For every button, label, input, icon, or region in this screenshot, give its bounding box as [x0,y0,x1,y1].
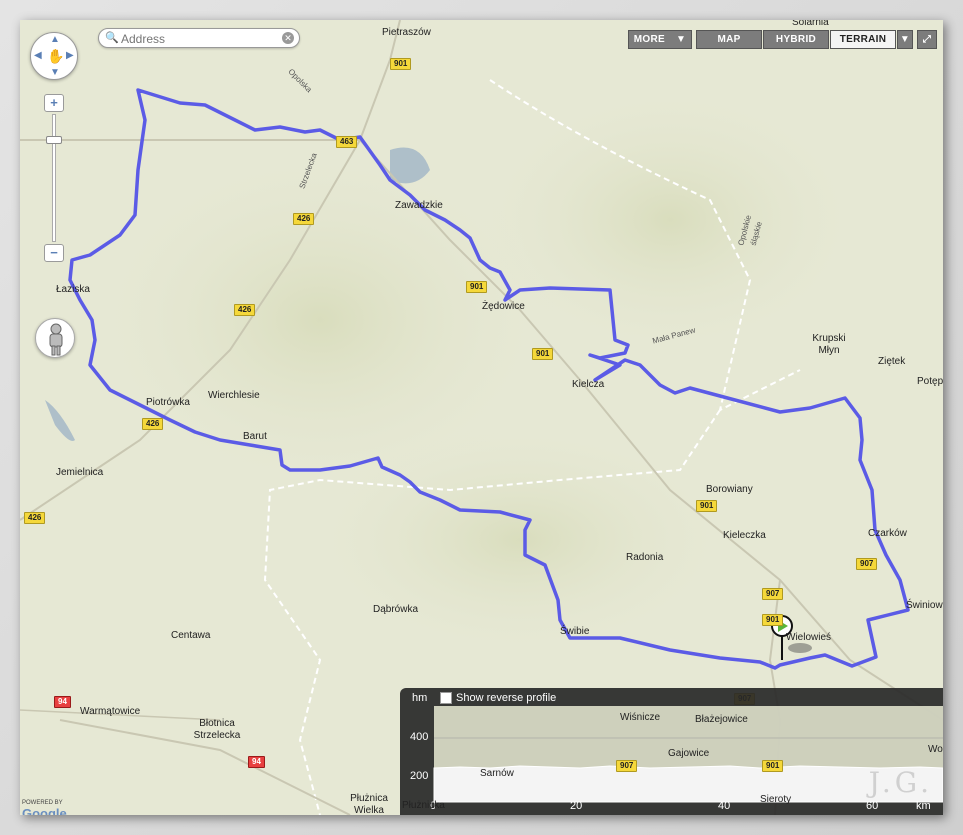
place-label: Płużnicka [402,800,445,811]
reverse-profile-checkbox[interactable] [440,692,452,704]
place-label: Łaziska [56,284,90,295]
place-label: Błotnica Strzelecka [193,718,241,741]
reverse-profile-label[interactable]: Show reverse profile [456,692,556,704]
place-label: Kielcza [572,379,605,390]
zoom-slider-thumb[interactable] [46,136,62,144]
pan-down-icon[interactable]: ▼ [50,68,60,78]
place-label: Wierchlesie [208,390,260,401]
road-number-badge: 426 [24,512,46,524]
road-number-badge: 907 [762,588,784,600]
search-icon: 🔍 [105,32,119,44]
road-number-badge: 901 [532,348,554,360]
place-label: Wo [928,744,943,755]
place-label: Kieleczka [723,530,766,541]
place-label: Czarków [868,528,907,539]
fullscreen-icon[interactable]: ⤢ [917,30,937,49]
zoom-control[interactable]: + − [44,94,64,264]
more-label: MORE [633,34,665,45]
pan-up-icon[interactable]: ▲ [50,35,60,45]
place-label: Centawa [171,630,211,641]
place-label: Potępa [917,376,943,387]
place-label: Świniowice [906,600,943,611]
y-tick-label: 400 [410,731,429,743]
pan-right-icon[interactable]: ▶ [66,51,74,61]
road-number-badge: 907 [616,760,638,772]
x-tick-label: 60 [866,800,879,812]
place-label: Sarnów [480,768,514,779]
place-label: Piotrówka [146,397,190,408]
place-label: Świbie [560,626,590,637]
place-label: Barut [243,431,267,442]
terrain-shading [300,420,740,660]
road-number-badge: 426 [142,418,164,430]
address-search[interactable]: 🔍 ✕ [98,28,300,48]
map-type-hybrid-button[interactable]: HYBRID [763,30,829,49]
x-tick-label: 20 [570,800,583,812]
place-label: Gajowice [668,748,710,759]
zoom-out-button[interactable]: − [44,244,64,262]
place-label: Zawadzkie [395,200,443,211]
zoom-in-button[interactable]: + [44,94,64,112]
watermark: J.G. [868,766,933,799]
elevation-profile-panel: hm Show reverse profile 400 200 0 20 40 … [400,688,943,815]
x-unit-label: km [916,800,931,812]
place-label: Radonia [626,552,664,563]
place-label: Jemielnica [56,467,104,478]
place-label: Wielowieś [786,632,832,643]
elevation-unit-label: hm [412,692,428,704]
clear-icon[interactable]: ✕ [282,32,294,44]
y-tick-label: 200 [410,770,429,782]
terrain-shading [470,80,870,360]
pan-left-icon[interactable]: ◀ [34,51,42,61]
place-label: Krupski Młyn [812,333,846,356]
place-label: Warmątowice [80,706,141,717]
road-number-badge: 901 [762,760,784,772]
pan-control[interactable]: ▲ ▼ ◀ ▶ ✋ [30,32,78,80]
place-label: Płużnica Wielka [350,793,388,815]
search-input[interactable] [121,31,276,46]
place-label: Ziętek [878,356,906,367]
place-label: Borowiany [706,484,753,495]
pegman-icon [49,323,63,356]
place-label: Pietraszów [382,27,431,38]
place-label: Wiśnicze [620,712,661,723]
more-button[interactable]: MORE ▼ [628,30,692,49]
road-number-badge: 94 [248,756,265,768]
road-number-badge: 426 [234,304,256,316]
road-number-badge: 463 [336,136,358,148]
place-label: Błażejowice [695,714,748,725]
road-number-badge: 426 [293,213,315,225]
map-type-terrain-button[interactable]: TERRAIN [830,30,896,49]
road-number-badge: 94 [54,696,71,708]
google-logo[interactable]: Google [22,806,67,815]
road-number-badge: 901 [696,500,718,512]
road-number-badge: 907 [856,558,878,570]
lake [45,400,75,441]
road-number-badge: 901 [466,281,488,293]
x-tick-label: 40 [718,800,731,812]
hand-icon: ✋ [47,48,65,64]
place-label: Solarnia [792,20,829,28]
chevron-down-icon: ▼ [676,34,687,45]
zoom-track[interactable] [52,114,56,242]
road-number-badge: 901 [762,614,784,626]
window-frame: Solarnia Pietraszów Zawadzkie Żędowice Ł… [0,0,963,835]
chevron-down-icon[interactable]: ▼ [897,30,913,49]
road-number-badge: 901 [390,58,412,70]
place-label: Żędowice [482,301,525,312]
street-view-pegman-button[interactable] [35,318,75,358]
map-type-map-button[interactable]: MAP [696,30,762,49]
place-label: Sieroty [760,794,792,805]
place-label: Dąbrówka [373,604,419,615]
map-canvas[interactable]: Solarnia Pietraszów Zawadzkie Żędowice Ł… [20,20,943,815]
